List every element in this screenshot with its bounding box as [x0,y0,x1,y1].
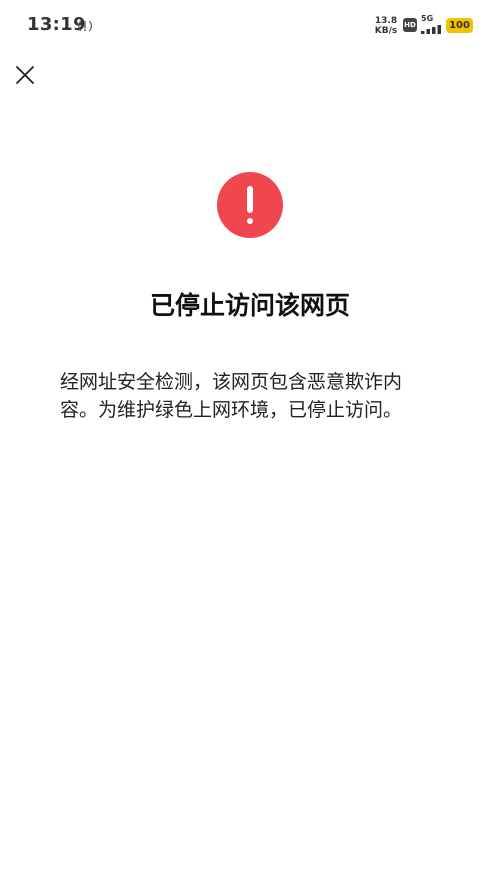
hotspot-icon [77,18,93,34]
signal-icon: 5G [421,14,443,34]
close-icon [16,66,34,84]
network-speed-value: 13.8 [374,16,398,26]
battery-icon: 100 [446,18,473,33]
page-title: 已停止访问该网页 [149,291,350,320]
network-type: 5G [421,14,434,23]
description-line: 经网址安全检测，该网页包含恶意欺诈内 [60,371,403,393]
network-speed: 13.8 KB/s [373,16,399,36]
hd-badge: HD [403,18,417,32]
battery-level: 100 [449,20,470,31]
status-bar: 13:19 13.8 KB/s HD 5G 100 [0,0,500,52]
description-text: 经网址安全检测，该网页包含恶意欺诈内 容。为维护绿色上网环境，已停止访问。 [60,368,450,424]
warning-icon [217,172,283,238]
exclamation-dot [247,218,253,224]
close-button[interactable] [10,60,40,90]
exclamation-bar [247,186,253,213]
description-line: 容。为维护绿色上网环境，已停止访问。 [60,399,403,421]
network-speed-unit: KB/s [374,26,398,36]
